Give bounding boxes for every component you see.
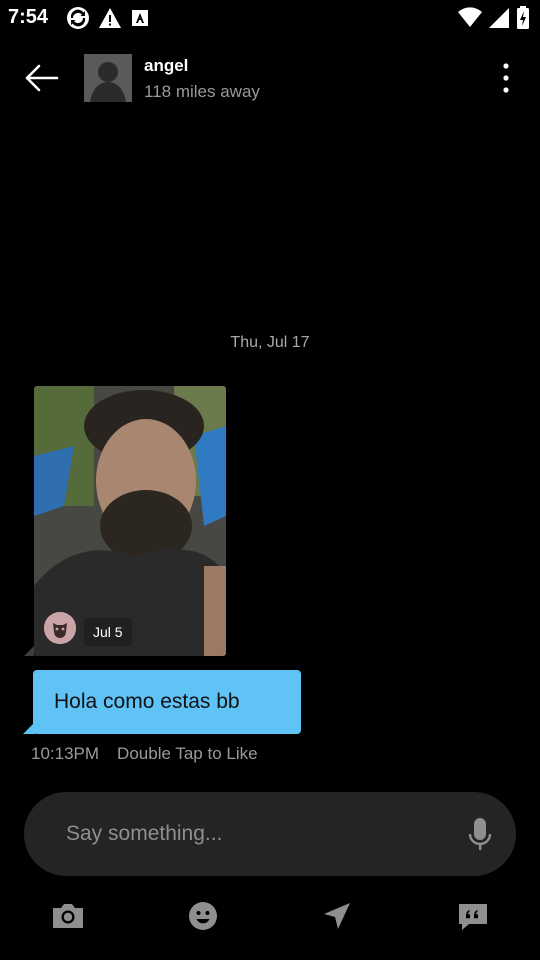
wifi-icon (458, 7, 482, 34)
back-arrow-icon (22, 64, 62, 100)
message-meta: 10:13PM Double Tap to Like (31, 744, 258, 764)
location-button[interactable] (317, 898, 357, 938)
more-vert-icon (492, 63, 520, 100)
camera-icon (51, 902, 85, 935)
chat-header: angel 118 miles away (0, 36, 540, 120)
date-divider: Thu, Jul 17 (230, 334, 310, 351)
photo-bubble-tail (24, 646, 34, 656)
status-bar: 7:54 (0, 0, 540, 36)
battery-icon (516, 6, 530, 35)
font-a-icon (130, 6, 150, 35)
avatar[interactable] (84, 54, 132, 102)
signal-icon (488, 7, 510, 34)
warning-icon (98, 6, 122, 35)
status-icons-right (458, 6, 530, 35)
bottom-toolbar (0, 898, 540, 942)
emoji-icon (188, 901, 218, 936)
status-time: 7:54 (8, 6, 49, 28)
photo-date-label: Jul 5 (84, 618, 132, 646)
sync-icon (66, 6, 90, 35)
like-hint: Double Tap to Like (117, 744, 258, 763)
camera-button[interactable] (48, 898, 88, 938)
status-icons-left (66, 6, 150, 35)
profile-badge-icon (44, 612, 76, 644)
message-time: 10:13PM (31, 744, 100, 763)
message-text: Hola como estas bb (54, 690, 240, 713)
text-message[interactable]: Hola como estas bb (33, 670, 301, 734)
saved-phrases-button[interactable] (453, 898, 493, 938)
location-icon (322, 901, 352, 936)
mic-icon (468, 818, 492, 856)
photo-message[interactable]: Jul 5 (34, 386, 226, 656)
emoji-button[interactable] (183, 898, 223, 938)
composer (24, 792, 516, 876)
mic-button[interactable] (468, 816, 492, 852)
more-options-button[interactable] (492, 60, 520, 96)
saved-phrases-icon (457, 900, 489, 937)
back-button[interactable] (22, 60, 62, 96)
profile-name[interactable]: angel (144, 56, 188, 76)
message-input[interactable] (66, 814, 446, 854)
profile-distance: 118 miles away (144, 82, 260, 101)
